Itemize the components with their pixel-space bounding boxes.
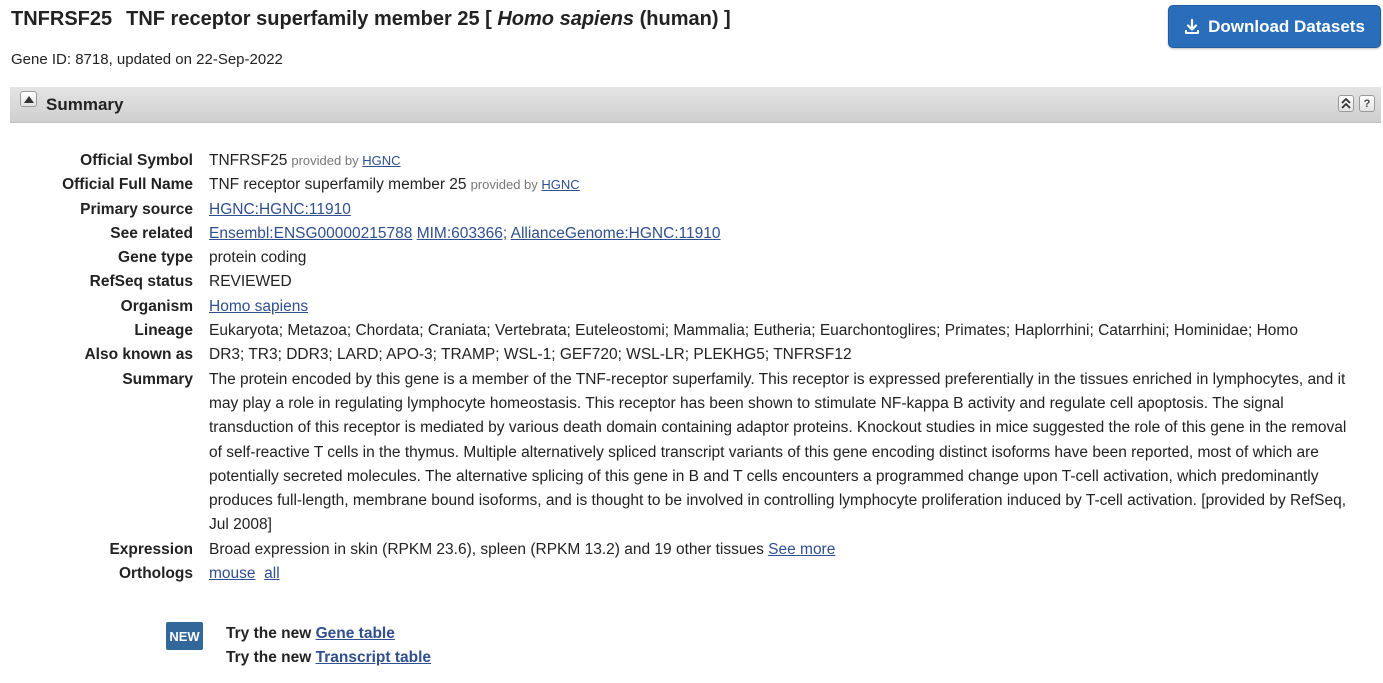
field-label: Lineage	[134, 322, 193, 340]
field-label: Expression	[109, 540, 193, 558]
gene-symbol: TNFRSF25	[11, 8, 113, 30]
collapse-all-button[interactable]	[1338, 95, 1354, 112]
section-title: Summary	[46, 95, 124, 114]
question-mark-icon: ?	[1363, 97, 1371, 110]
field-label: Official Full Name	[62, 176, 193, 194]
organism-link[interactable]: Homo sapiens	[209, 298, 308, 315]
download-icon	[1185, 18, 1200, 34]
field-label: Orthologs	[118, 565, 193, 583]
row-primary-source: Primary source HGNC:HGNC:11910	[0, 198, 1383, 222]
field-label: Official Symbol	[80, 152, 193, 169]
gene-type-value: protein coding	[209, 249, 307, 267]
gene-name-suffix: (human) ]	[634, 8, 731, 30]
ortholog-mouse-link[interactable]: mouse	[209, 565, 256, 582]
field-label: Gene type	[118, 249, 193, 267]
summary-details: Official Symbol TNFRSF25 provided by HGNC…	[0, 149, 1383, 586]
see-more-link[interactable]: See more	[768, 541, 835, 558]
provided-by-text: provided by	[291, 153, 359, 168]
download-label: Download Datasets	[1208, 16, 1365, 36]
gene-table-link[interactable]: Gene table	[316, 625, 395, 642]
summary-text: The protein encoded by this gene is a me…	[209, 370, 1347, 534]
provided-by: provided by HGNC	[471, 177, 580, 192]
hgnc-link[interactable]: HGNC	[541, 177, 579, 192]
triangle-up-icon	[23, 95, 34, 103]
primary-source-link[interactable]: HGNC:HGNC:11910	[209, 201, 351, 218]
expression-value: Broad expression in skin (RPKM 23.6), sp…	[209, 540, 764, 558]
row-summary: Summary The protein encoded by this gene…	[0, 368, 1383, 538]
gene-name-prefix: TNF receptor superfamily member 25 [	[126, 8, 498, 30]
field-label: Summary	[122, 370, 193, 388]
download-datasets-button[interactable]: Download Datasets	[1168, 5, 1381, 48]
summary-section-header: Summary ?	[10, 87, 1381, 123]
ortholog-all-link[interactable]: all	[264, 565, 280, 582]
official-symbol-value: TNFRSF25	[209, 152, 288, 169]
try-transcript-table: Try the new Transcript table	[226, 649, 431, 667]
refseq-status-value: REVIEWED	[209, 273, 292, 291]
row-official-symbol: Official Symbol TNFRSF25 provided by HGNC	[0, 149, 1383, 173]
provided-by: provided by HGNC	[291, 153, 400, 168]
provided-by-text: provided by	[470, 177, 538, 193]
page-title: TNFRSF25 TNF receptor superfamily member …	[11, 8, 731, 31]
row-also-known-as: Also known as DR3; TR3; DDR3; LARD; APO-…	[0, 343, 1383, 367]
try-prefix: Try the new	[226, 625, 312, 642]
alliancegenome-link[interactable]: AllianceGenome:HGNC:11910	[511, 225, 721, 242]
row-see-related: See related Ensembl:ENSG00000215788 MIM:…	[0, 222, 1383, 246]
try-gene-table: Try the new Gene table	[226, 625, 395, 643]
field-label: Also known as	[84, 346, 193, 364]
help-button[interactable]: ?	[1359, 95, 1375, 112]
mim-link[interactable]: MIM:603366;	[417, 225, 507, 242]
field-label: Organism	[120, 297, 193, 315]
row-lineage: Lineage Eukaryota; Metazoa; Chordata; Cr…	[0, 319, 1383, 343]
lineage-value: Eukaryota; Metazoa; Chordata; Craniata; …	[209, 322, 1298, 340]
collapse-section-button[interactable]	[20, 91, 37, 107]
try-prefix: Try the new	[226, 649, 312, 666]
row-official-full-name: Official Full Name TNF receptor superfam…	[0, 173, 1383, 197]
hgnc-link[interactable]: HGNC	[362, 153, 400, 168]
transcript-table-link[interactable]: Transcript table	[316, 649, 431, 666]
aliases-value: DR3; TR3; DDR3; LARD; APO-3; TRAMP; WSL-…	[209, 346, 852, 364]
double-up-arrow-icon	[1341, 98, 1351, 109]
field-label: See related	[110, 224, 193, 242]
gene-id-line: Gene ID: 8718, updated on 22-Sep-2022	[11, 51, 283, 68]
new-badge: NEW	[166, 622, 203, 650]
species-name: Homo sapiens	[497, 8, 635, 30]
row-expression: Expression Broad expression in skin (RPK…	[0, 538, 1383, 562]
row-organism: Organism Homo sapiens	[0, 295, 1383, 319]
ensembl-link[interactable]: Ensembl:ENSG00000215788	[209, 225, 412, 242]
row-refseq-status: RefSeq status REVIEWED	[0, 270, 1383, 294]
field-label: RefSeq status	[89, 273, 193, 291]
row-gene-type: Gene type protein coding	[0, 246, 1383, 270]
field-label: Primary source	[80, 200, 193, 218]
official-full-name-value: TNF receptor superfamily member 25	[209, 176, 467, 194]
row-orthologs: Orthologs mouse all	[0, 562, 1383, 586]
